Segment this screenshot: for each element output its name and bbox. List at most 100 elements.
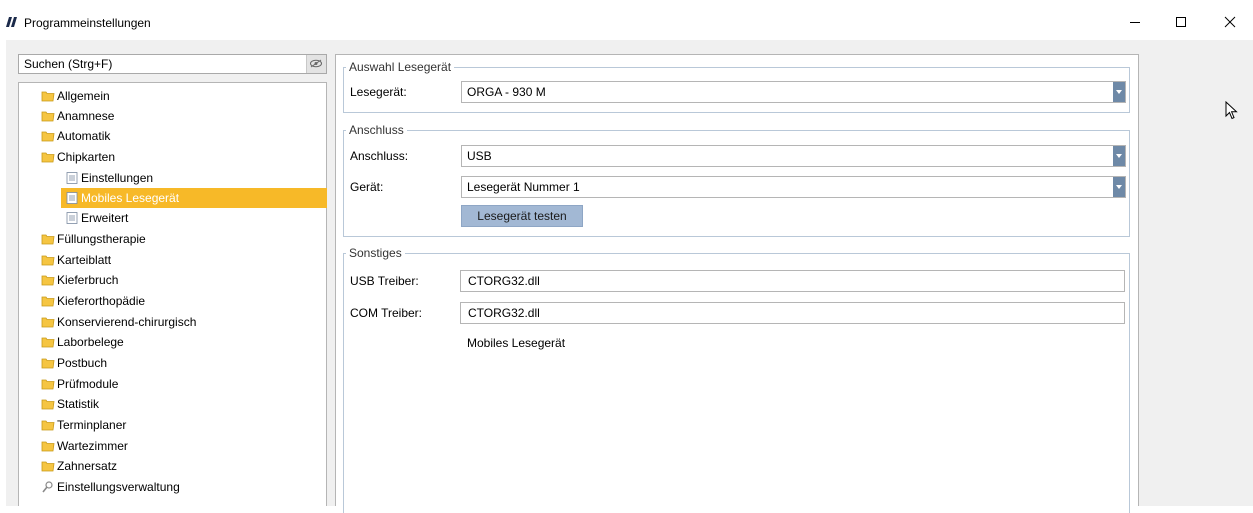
tree-item-einstellungen[interactable]: Einstellungen bbox=[65, 168, 321, 188]
lesegeraet-value: ORGA - 930 M bbox=[467, 85, 546, 99]
tree-item-label: Statistik bbox=[57, 397, 100, 411]
minimize-button[interactable] bbox=[1112, 8, 1158, 38]
folder-icon bbox=[41, 275, 55, 286]
tree-item-allgemein[interactable]: Allgemein bbox=[41, 86, 321, 106]
tree-item-label: Füllungstherapie bbox=[57, 232, 146, 246]
search-placeholder: Suchen (Strg+F) bbox=[24, 57, 113, 71]
eye-icon bbox=[310, 59, 322, 68]
tree-item-postbuch[interactable]: Postbuch bbox=[41, 353, 321, 373]
tree-item-label: Einstellungen bbox=[81, 171, 154, 185]
tree-item-label: Automatik bbox=[57, 129, 111, 143]
tree-item-statistik[interactable]: Statistik bbox=[41, 394, 321, 414]
tree-item-einstellungsverwaltung[interactable]: Einstellungsverwaltung bbox=[41, 477, 321, 497]
tree-item-chipkarten[interactable]: Chipkarten bbox=[41, 147, 321, 167]
tree-item-anamnese[interactable]: Anamnese bbox=[41, 106, 321, 126]
folder-icon bbox=[41, 358, 55, 369]
group-legend: Anschluss bbox=[346, 123, 407, 137]
tree-item-automatik[interactable]: Automatik bbox=[41, 126, 321, 146]
chevron-down-icon bbox=[1116, 185, 1122, 189]
tree-item-label: Einstellungsverwaltung bbox=[57, 480, 180, 494]
folder-icon bbox=[41, 152, 55, 163]
tree-item-zahnersatz[interactable]: Zahnersatz bbox=[41, 456, 321, 476]
window-title: Programmeinstellungen bbox=[24, 16, 151, 30]
document-icon bbox=[66, 172, 78, 184]
group-legend: Sonstiges bbox=[346, 246, 405, 260]
minimize-icon bbox=[1130, 22, 1140, 23]
tree-item-kieferorthopaedie[interactable]: Kieferorthopädie bbox=[41, 291, 321, 311]
tree-item-label: Anamnese bbox=[57, 109, 115, 123]
com-treiber-value: CTORG32.dll bbox=[468, 306, 540, 320]
tree-item-label: Prüfmodule bbox=[57, 377, 119, 391]
geraet-value: Lesegerät Nummer 1 bbox=[467, 180, 580, 194]
folder-icon bbox=[41, 420, 55, 431]
anschluss-label: Anschluss: bbox=[350, 149, 409, 163]
chevron-down-icon bbox=[1116, 154, 1122, 158]
lesegeraet-testen-button[interactable]: Lesegerät testen bbox=[461, 205, 583, 227]
anschluss-select[interactable]: USB bbox=[461, 145, 1126, 167]
group-sonstiges: Sonstiges USB Treiber: CTORG32.dll COM T… bbox=[343, 246, 1130, 513]
usb-treiber-input[interactable]: CTORG32.dll bbox=[460, 270, 1125, 292]
maximize-button[interactable] bbox=[1158, 8, 1204, 38]
folder-icon bbox=[41, 131, 55, 142]
lesegeraet-label: Lesegerät: bbox=[350, 85, 407, 99]
dropdown-button[interactable] bbox=[1113, 82, 1125, 102]
dropdown-button[interactable] bbox=[1113, 177, 1125, 197]
tree-item-label: Konservierend-chirurgisch bbox=[57, 315, 197, 329]
folder-icon bbox=[41, 317, 55, 328]
anschluss-value: USB bbox=[467, 149, 492, 163]
folder-icon bbox=[41, 111, 55, 122]
tree-item-terminplaner[interactable]: Terminplaner bbox=[41, 415, 321, 435]
chevron-down-icon bbox=[1116, 90, 1122, 94]
folder-icon bbox=[41, 234, 55, 245]
geraet-label: Gerät: bbox=[350, 180, 384, 194]
mouse-cursor-icon bbox=[1225, 101, 1238, 120]
document-icon bbox=[66, 212, 78, 224]
search-clear-button[interactable] bbox=[306, 55, 326, 73]
tree-item-label: Chipkarten bbox=[57, 150, 116, 164]
usb-treiber-value: CTORG32.dll bbox=[468, 274, 540, 288]
usb-treiber-label: USB Treiber: bbox=[350, 274, 419, 288]
app-logo-icon bbox=[6, 17, 17, 27]
tree-item-wartezimmer[interactable]: Wartezimmer bbox=[41, 436, 321, 456]
tree-item-label: Kieferorthopädie bbox=[57, 294, 146, 308]
group-auswahl-lesegeraet: Auswahl Lesegerät Lesegerät: ORGA - 930 … bbox=[343, 60, 1130, 113]
search-input[interactable]: Suchen (Strg+F) bbox=[18, 54, 327, 74]
folder-icon bbox=[41, 296, 55, 307]
document-icon bbox=[66, 192, 78, 204]
tree-item-label: Erweitert bbox=[81, 211, 129, 225]
tree-item-label: Laborbelege bbox=[57, 335, 124, 349]
com-treiber-label: COM Treiber: bbox=[350, 306, 423, 320]
folder-icon bbox=[41, 399, 55, 410]
folder-icon bbox=[41, 91, 55, 102]
info-text: Mobiles Lesegerät bbox=[467, 336, 566, 350]
tree-item-mobiles-lesegeraet[interactable]: Mobiles Lesegerät bbox=[61, 188, 327, 208]
tree-item-konservierend-chirurgisch[interactable]: Konservierend-chirurgisch bbox=[41, 312, 321, 332]
com-treiber-input[interactable]: CTORG32.dll bbox=[460, 302, 1125, 324]
tree-item-erweitert[interactable]: Erweitert bbox=[65, 208, 321, 228]
folder-icon bbox=[41, 255, 55, 266]
tree-item-fuellungstherapie[interactable]: Füllungstherapie bbox=[41, 229, 321, 249]
tree-item-label: Postbuch bbox=[57, 356, 108, 370]
tree-item-pruefmodule[interactable]: Prüfmodule bbox=[41, 374, 321, 394]
settings-frame: Suchen (Strg+F) Allgemein Anamnese Autom… bbox=[6, 40, 1253, 513]
maximize-icon bbox=[1176, 17, 1186, 27]
tree-item-laborbelege[interactable]: Laborbelege bbox=[41, 332, 321, 352]
folder-icon bbox=[41, 337, 55, 348]
tree-item-label: Wartezimmer bbox=[57, 439, 128, 453]
group-anschluss: Anschluss Anschluss: USB Gerät: Lesegerä… bbox=[343, 123, 1130, 237]
close-button[interactable] bbox=[1207, 8, 1253, 38]
tree-item-label: Allgemein bbox=[57, 89, 110, 103]
folder-icon bbox=[41, 461, 55, 472]
title-bar: Programmeinstellungen bbox=[0, 0, 1253, 40]
close-icon bbox=[1224, 16, 1236, 28]
tree-item-label: Mobiles Lesegerät bbox=[81, 191, 180, 205]
tree-item-karteiblatt[interactable]: Karteiblatt bbox=[41, 250, 321, 270]
settings-content: Auswahl Lesegerät Lesegerät: ORGA - 930 … bbox=[335, 54, 1139, 513]
lesegeraet-select[interactable]: ORGA - 930 M bbox=[461, 81, 1126, 103]
dropdown-button[interactable] bbox=[1113, 146, 1125, 166]
settings-tree: Allgemein Anamnese Automatik Chipkarten … bbox=[18, 82, 327, 506]
tree-item-kieferbruch[interactable]: Kieferbruch bbox=[41, 270, 321, 290]
group-legend: Auswahl Lesegerät bbox=[346, 60, 455, 74]
geraet-select[interactable]: Lesegerät Nummer 1 bbox=[461, 176, 1126, 198]
tree-item-label: Terminplaner bbox=[57, 418, 127, 432]
